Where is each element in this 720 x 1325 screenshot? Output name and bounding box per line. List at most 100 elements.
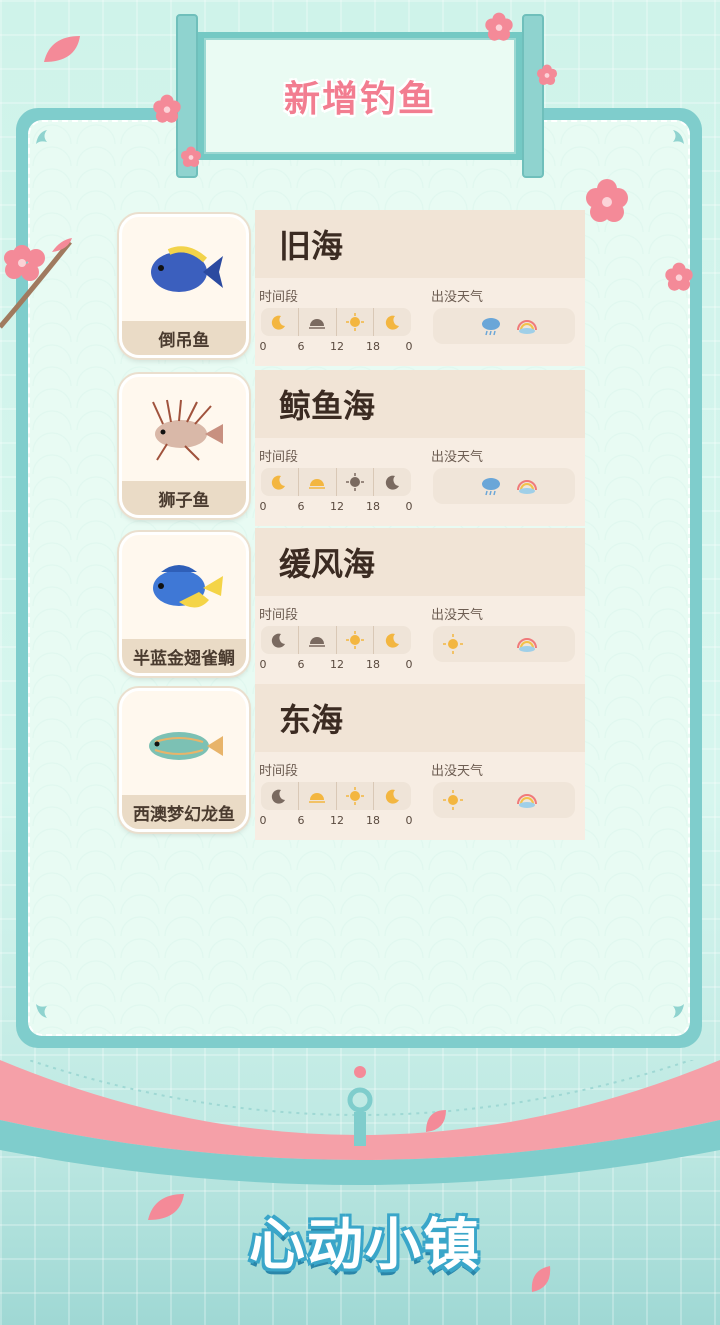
time-bar (261, 626, 411, 654)
fish-name: 狮子鱼 (122, 481, 246, 515)
sun-icon (441, 632, 465, 656)
time-bar (261, 308, 411, 336)
rainbow-icon (515, 314, 539, 338)
blossom-icon (484, 12, 514, 46)
tick-label: 0 (405, 814, 413, 827)
night-moon-icon (272, 633, 286, 648)
tick-label: 18 (366, 340, 380, 353)
night-moon-icon (272, 315, 286, 330)
weather-bar (433, 626, 575, 662)
rainbow-icon (515, 474, 539, 498)
weather-bar (433, 468, 575, 504)
tick-label: 0 (259, 340, 267, 353)
time-label: 时间段 (259, 764, 299, 779)
corner-ornament-icon (660, 128, 686, 146)
blossom-icon (180, 146, 202, 172)
game-logo: 心动小镇 (220, 1190, 510, 1290)
tick-label: 12 (330, 814, 344, 827)
blossom-branch-icon (0, 232, 80, 336)
weather-label: 出没天气 (431, 764, 484, 779)
weather-label: 出没天气 (431, 290, 484, 305)
tick-label: 0 (259, 814, 267, 827)
tick-label: 6 (297, 814, 305, 827)
time-label: 时间段 (259, 450, 299, 465)
surgeonfish-icon (151, 246, 223, 292)
night-moon-icon (272, 789, 286, 804)
fish-row[interactable]: 倒吊鱼 旧海 时间段 出没天气 0 6 12 18 0 (115, 210, 585, 366)
fish-name: 半蓝金翅雀鲷 (122, 639, 246, 673)
night-moon-icon (272, 475, 286, 490)
tick-label: 18 (366, 500, 380, 513)
tick-label: 0 (259, 500, 267, 513)
time-bar (261, 468, 411, 496)
scroll-rod (522, 14, 544, 178)
fish-info: 鲸鱼海 时间段 出没天气 0 6 12 18 0 (255, 370, 585, 526)
tick-label: 18 (366, 814, 380, 827)
fish-card[interactable]: 倒吊鱼 (119, 214, 249, 358)
sun-icon (345, 313, 364, 331)
rain-cloud-icon (479, 474, 503, 498)
dawn-icon (309, 793, 326, 803)
blossom-icon (536, 64, 558, 90)
dawn-icon (309, 637, 326, 647)
tick-label: 0 (405, 340, 413, 353)
fish-card[interactable]: 狮子鱼 (119, 374, 249, 518)
time-ticks: 0 6 12 18 0 (257, 658, 417, 672)
dawn-icon (309, 479, 326, 489)
tick-label: 0 (405, 500, 413, 513)
weather-bar (433, 782, 575, 818)
sea-name: 旧海 (279, 227, 344, 265)
rainbow-icon (515, 632, 539, 656)
fish-card[interactable]: 半蓝金翅雀鲷 (119, 532, 249, 676)
fish-image (122, 535, 246, 639)
petal-icon (144, 1190, 190, 1234)
night-moon-icon (385, 789, 399, 804)
logo-text: 心动小镇 (249, 1212, 481, 1278)
tick-label: 12 (330, 658, 344, 671)
tick-label: 12 (330, 500, 344, 513)
petal-icon (422, 1106, 450, 1140)
fish-row[interactable]: 半蓝金翅雀鲷 缓风海 时间段 出没天气 0 6 12 18 0 (115, 528, 585, 684)
fish-image (122, 217, 246, 321)
rainbow-icon (515, 788, 539, 812)
fish-name: 西澳梦幻龙鱼 (122, 795, 246, 829)
sun-icon (345, 787, 364, 805)
weather-label: 出没天气 (431, 450, 484, 465)
corner-ornament-icon (34, 1002, 60, 1020)
sea-name: 缓风海 (279, 545, 376, 583)
time-ticks: 0 6 12 18 0 (257, 500, 417, 514)
weather-bar (433, 308, 575, 344)
petal-icon (528, 1262, 554, 1300)
fish-row[interactable]: 狮子鱼 鲸鱼海 时间段 出没天气 0 6 12 18 0 (115, 370, 585, 526)
weather-label: 出没天气 (431, 608, 484, 623)
tick-label: 6 (297, 340, 305, 353)
sun-icon (441, 788, 465, 812)
night-moon-icon (385, 315, 399, 330)
scroll-paper-inner: 新增钓鱼 (204, 38, 516, 154)
tick-label: 6 (297, 658, 305, 671)
tick-label: 0 (259, 658, 267, 671)
fish-info: 东海 时间段 出没天气 0 6 12 18 0 (255, 684, 585, 840)
blossom-icon (152, 94, 182, 128)
fish-image (122, 691, 246, 795)
sea-name: 东海 (279, 701, 344, 739)
time-ticks: 0 6 12 18 0 (257, 340, 417, 354)
wrasse-icon (149, 732, 223, 760)
night-moon-icon (385, 633, 399, 648)
corner-ornament-icon (660, 1002, 686, 1020)
blossom-icon (584, 178, 630, 228)
tick-label: 18 (366, 658, 380, 671)
dawn-icon (309, 319, 326, 329)
tick-label: 6 (297, 500, 305, 513)
time-label: 时间段 (259, 290, 299, 305)
time-bar (261, 782, 411, 810)
fish-info: 缓风海 时间段 出没天气 0 6 12 18 0 (255, 528, 585, 684)
bottom-wave-decoration (0, 1060, 720, 1185)
fish-card[interactable]: 西澳梦幻龙鱼 (119, 688, 249, 832)
scroll-paper: 新增钓鱼 (198, 32, 522, 160)
time-ticks: 0 6 12 18 0 (257, 814, 417, 828)
fish-row[interactable]: 西澳梦幻龙鱼 东海 时间段 出没天气 0 6 12 18 0 (115, 684, 585, 840)
lionfish-icon (152, 399, 223, 461)
time-label: 时间段 (259, 608, 299, 623)
fish-image (122, 377, 246, 481)
